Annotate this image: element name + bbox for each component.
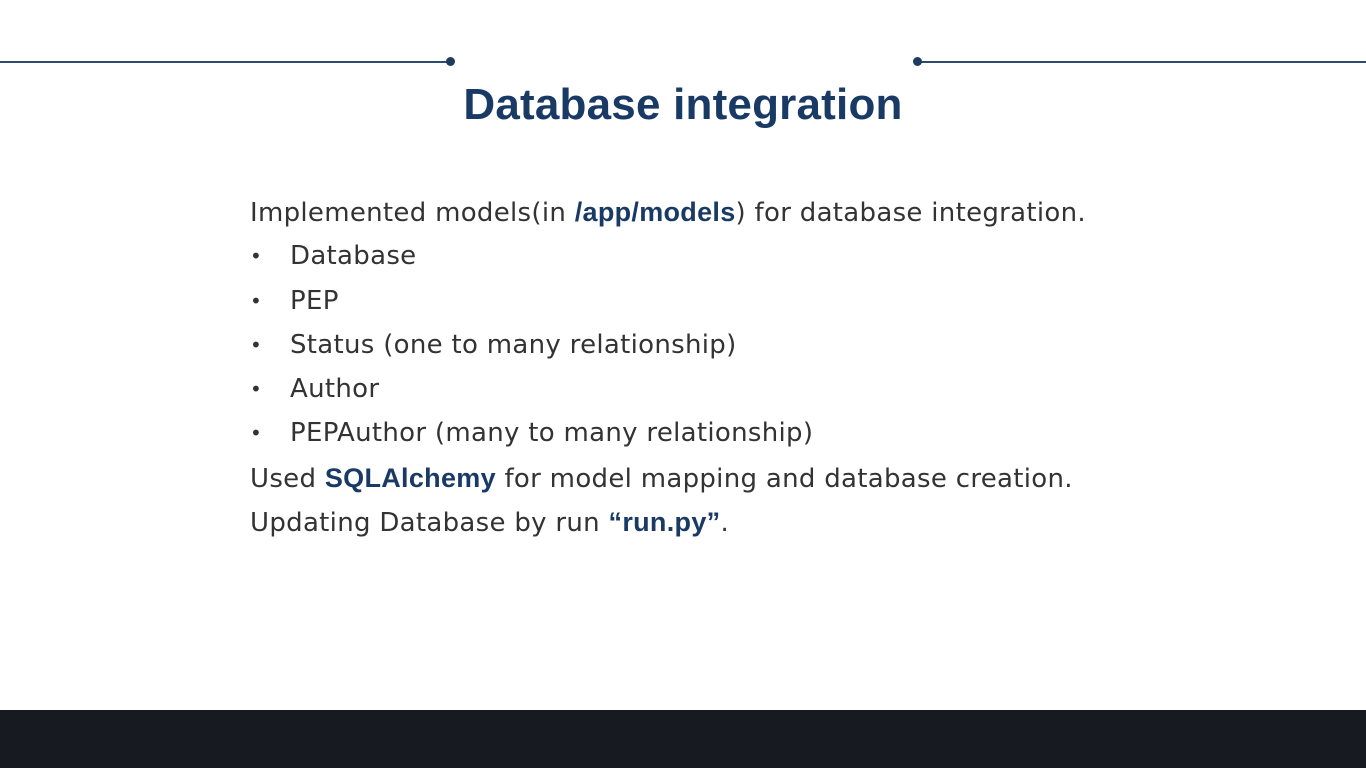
intro-text-before: Implemented models(in — [250, 198, 575, 228]
sqlalchemy-text-after: for model mapping and database creation. — [495, 463, 1073, 494]
bullet-icon: • — [250, 421, 263, 446]
list-item: • PEPAuthor (many to many relationship) — [250, 411, 1210, 455]
update-text-before: Updating Database by run — [250, 507, 609, 538]
list-item-label: Author — [290, 374, 380, 404]
list-item-label: PEP — [290, 285, 339, 316]
footer-bar — [0, 710, 1366, 768]
sqlalchemy-line: Used SQLAlchemy for model mapping and da… — [250, 456, 1210, 500]
decorative-rule-left — [0, 61, 450, 63]
decorative-dot-right — [913, 57, 922, 66]
bullet-icon: • — [250, 288, 263, 313]
list-item: • Database — [250, 234, 1210, 278]
list-item: • PEP — [250, 279, 1210, 323]
decorative-dot-left — [446, 57, 455, 66]
list-item-label: PEPAuthor (many to many relationship) — [290, 418, 814, 449]
decorative-rule-right — [917, 61, 1366, 63]
sqlalchemy-highlight: SQLAlchemy — [324, 462, 496, 493]
list-item-label: Status (one to many relationship) — [290, 329, 737, 360]
slide-body: Implemented models(in /app/models) for d… — [250, 190, 1210, 544]
intro-line: Implemented models(in /app/models) for d… — [250, 190, 1210, 234]
models-path: /app/models — [574, 197, 736, 227]
slide: Database integration Implemented models(… — [0, 0, 1366, 768]
update-text-after: . — [720, 507, 730, 538]
update-line: Updating Database by run “run.py”. — [250, 500, 1210, 544]
bullet-icon: • — [250, 244, 263, 269]
slide-title: Database integration — [463, 80, 903, 129]
sqlalchemy-text-before: Used — [250, 463, 325, 494]
run-script-highlight: “run.py” — [608, 506, 721, 537]
list-item-label: Database — [290, 241, 417, 272]
bullet-icon: • — [250, 377, 263, 401]
bullet-icon: • — [250, 332, 263, 357]
intro-text-after: ) for database integration. — [735, 198, 1086, 228]
list-item: • Status (one to many relationship) — [250, 323, 1210, 367]
list-item: • Author — [250, 367, 1210, 411]
